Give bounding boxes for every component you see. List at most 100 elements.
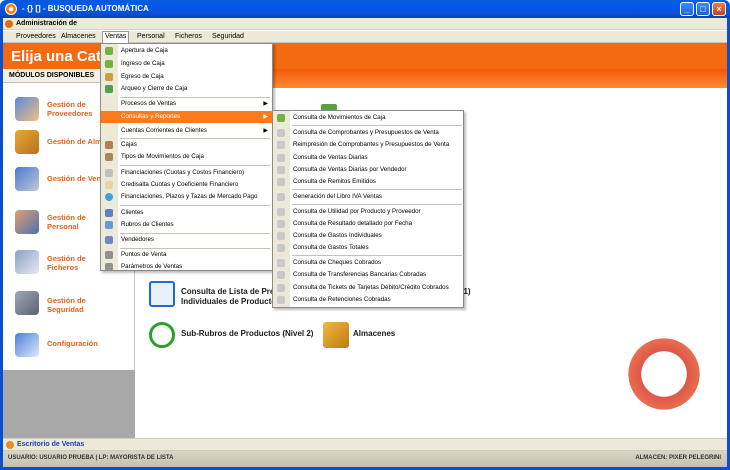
document-icon [277, 244, 285, 252]
menu-item-label: Cajas [121, 141, 137, 148]
header-title: Elija una Cat [11, 48, 102, 65]
people-icon [15, 97, 39, 121]
close-button[interactable]: × [712, 2, 726, 16]
cash-icon [105, 47, 113, 55]
minimize-button[interactable]: _ [680, 2, 694, 16]
box-icon [15, 130, 39, 154]
menu-almacenes[interactable]: Almacenes [61, 33, 96, 40]
maximize-button[interactable]: □ [696, 2, 710, 16]
child-window-title: Administración de [16, 20, 78, 27]
orange-circle-icon [5, 20, 13, 28]
menu-proveedores[interactable]: Proveedores [16, 33, 56, 40]
menu-item-clientes[interactable]: Clientes [101, 207, 272, 219]
menu-item-cajas[interactable]: Cajas [101, 139, 272, 151]
menu-item-tarjetas[interactable]: Consulta de Tickets de Tarjetas Débito/C… [273, 282, 463, 294]
menu-item-label: Consulta de Remitos Emitidos [293, 178, 376, 185]
desktop-bar[interactable]: Escritorio de Ventas [3, 438, 727, 451]
menu-item-label: Egreso de Caja [121, 73, 164, 80]
menu-item-mov-caja[interactable]: Consulta de Movimientos de Caja [273, 112, 463, 124]
menu-item-consultas-reportes[interactable]: Consultas y Reportes ▶ [101, 111, 272, 123]
menu-item-gastos-individuales[interactable]: Consulta de Gastos Individuales [273, 230, 463, 242]
menu-seguridad[interactable]: Seguridad [212, 33, 244, 40]
menu-item-cheques[interactable]: Consulta de Cheques Cobrados [273, 257, 463, 269]
module-label: Configuración [47, 339, 98, 348]
desktop-label[interactable]: Escritorio de Ventas [17, 441, 84, 448]
module-seguridad[interactable]: Gestión de Seguridad [3, 285, 135, 323]
menu-item-puntos-venta[interactable]: Puntos de Venta [101, 249, 272, 261]
mercado-pago-icon [105, 193, 113, 201]
window-title: - {} [] - BUSQUEDA AUTOMÁTICA [22, 4, 149, 13]
box-icon [323, 322, 349, 348]
person-icon [15, 210, 39, 234]
cash-box-icon [105, 141, 113, 149]
submenu-arrow-icon: ▶ [263, 101, 268, 107]
menu-item-ventas-vendedor[interactable]: Consulta de Ventas Diarias por Vendedor [273, 164, 463, 176]
menu-item-label: Financiaciones (Cuotas y Costos Financie… [121, 169, 245, 176]
settings-checklist-icon [15, 333, 39, 357]
menu-item-label: Consulta de Ventas Diarias [293, 154, 368, 161]
network-nodes-icon [149, 322, 175, 348]
modules-heading: MÓDULOS DISPONIBLES [9, 72, 95, 79]
menu-item-gastos-totales[interactable]: Consulta de Gastos Totales [273, 242, 463, 254]
menu-item-parametros-ventas[interactable]: Parámetros de Ventas [101, 261, 272, 273]
submenu-arrow-icon: ▶ [263, 128, 268, 134]
menu-item-tipos-movimientos[interactable]: Tipos de Movimientos de Caja [101, 151, 272, 163]
menu-item-transferencias[interactable]: Consulta de Transferencias Bancarias Cob… [273, 269, 463, 281]
menu-item-ingreso-caja[interactable]: Ingreso de Caja [101, 58, 272, 70]
menu-item-vendedores[interactable]: Vendedores [101, 234, 272, 246]
menu-item-credisalta[interactable]: Credisalta Cuotas y Coeficiente Financie… [101, 179, 272, 191]
cash-in-icon [105, 60, 113, 68]
menu-ventas[interactable]: Ventas [102, 31, 130, 43]
child-window-caption: Administración de [3, 18, 727, 30]
menu-item-label: Apertura de Caja [121, 47, 168, 54]
cash-icon [277, 114, 285, 122]
menu-item-cuentas-corrientes[interactable]: Cuentas Corrientes de Clientes ▶ [101, 125, 272, 137]
menu-separator [120, 165, 270, 166]
tile-almacenes[interactable]: Almacenes [353, 329, 395, 339]
menu-personal[interactable]: Personal [137, 33, 165, 40]
menu-item-label: Vendedores [121, 236, 155, 243]
client-icon [105, 209, 113, 217]
menu-item-ventas-diarias[interactable]: Consulta de Ventas Diarias [273, 152, 463, 164]
menu-item-reimpresion[interactable]: Reimpresión de Comprobantes y Presupuest… [273, 139, 463, 151]
status-bar: USUARIO: USUARIO PRUEBA | LP: MAYORISTA … [3, 451, 727, 467]
category-icon [105, 221, 113, 229]
menu-item-retenciones[interactable]: Consulta de Retenciones Cobradas [273, 294, 463, 306]
menu-item-label: Tipos de Movimientos de Caja [121, 153, 204, 160]
menu-item-resultado-fecha[interactable]: Consulta de Resultado detallado por Fech… [273, 218, 463, 230]
menu-item-egreso-caja[interactable]: Egreso de Caja [101, 71, 272, 83]
menu-item-label: Consulta de Utilidad por Producto y Prov… [293, 208, 421, 215]
menu-item-apertura-caja[interactable]: Apertura de Caja [101, 45, 272, 57]
menu-item-label: Consulta de Gastos Individuales [293, 232, 382, 239]
status-user: USUARIO: USUARIO PRUEBA | LP: MAYORISTA … [8, 455, 174, 461]
menu-item-label: Reimpresión de Comprobantes y Presupuest… [293, 141, 450, 148]
ventas-dropdown: Apertura de Caja Ingreso de Caja Egreso … [100, 43, 273, 271]
menu-item-label: Parámetros de Ventas [121, 263, 183, 270]
menu-item-label: Consulta de Tickets de Tarjetas Débito/C… [293, 284, 449, 291]
menu-item-financiaciones[interactable]: Financiaciones (Cuotas y Costos Financie… [101, 167, 272, 179]
menu-item-rubros-clientes[interactable]: Rubros de Clientes [101, 219, 272, 231]
document-icon [277, 178, 285, 186]
tile-sub-rubros[interactable]: Sub-Rubros de Productos (Nivel 2) [181, 329, 313, 339]
menu-item-label: Clientes [121, 209, 144, 216]
menu-item-remitos[interactable]: Consulta de Remitos Emitidos [273, 176, 463, 188]
menu-separator [120, 205, 270, 206]
menu-ficheros[interactable]: Ficheros [175, 33, 202, 40]
menu-item-libro-iva[interactable]: Generación del Libro IVA Ventas [273, 191, 463, 203]
finance-icon [105, 169, 113, 177]
menu-separator [292, 255, 462, 256]
module-configuracion[interactable]: Configuración [3, 327, 135, 365]
document-icon [277, 271, 285, 279]
menu-item-procesos-ventas[interactable]: Procesos de Ventas ▶ [101, 98, 272, 110]
menu-item-comprobantes[interactable]: Consulta de Comprobantes y Presupuestos … [273, 127, 463, 139]
menu-item-utilidad[interactable]: Consulta de Utilidad por Producto y Prov… [273, 206, 463, 218]
menu-item-arqueo-cierre[interactable]: Arqueo y Cierre de Caja [101, 83, 272, 95]
document-icon [277, 193, 285, 201]
document-icon [277, 220, 285, 228]
menu-item-label: Consulta de Transferencias Bancarias Cob… [293, 271, 427, 278]
salesperson-icon [105, 236, 113, 244]
menu-item-label: Rubros de Clientes [121, 221, 174, 228]
menu-item-label: Consulta de Gastos Totales [293, 244, 369, 251]
menu-item-mercado-pago[interactable]: Financiaciones, Plazos y Tazas de Mercad… [101, 191, 272, 203]
consultas-submenu: Consulta de Movimientos de Caja Consulta… [272, 110, 464, 308]
